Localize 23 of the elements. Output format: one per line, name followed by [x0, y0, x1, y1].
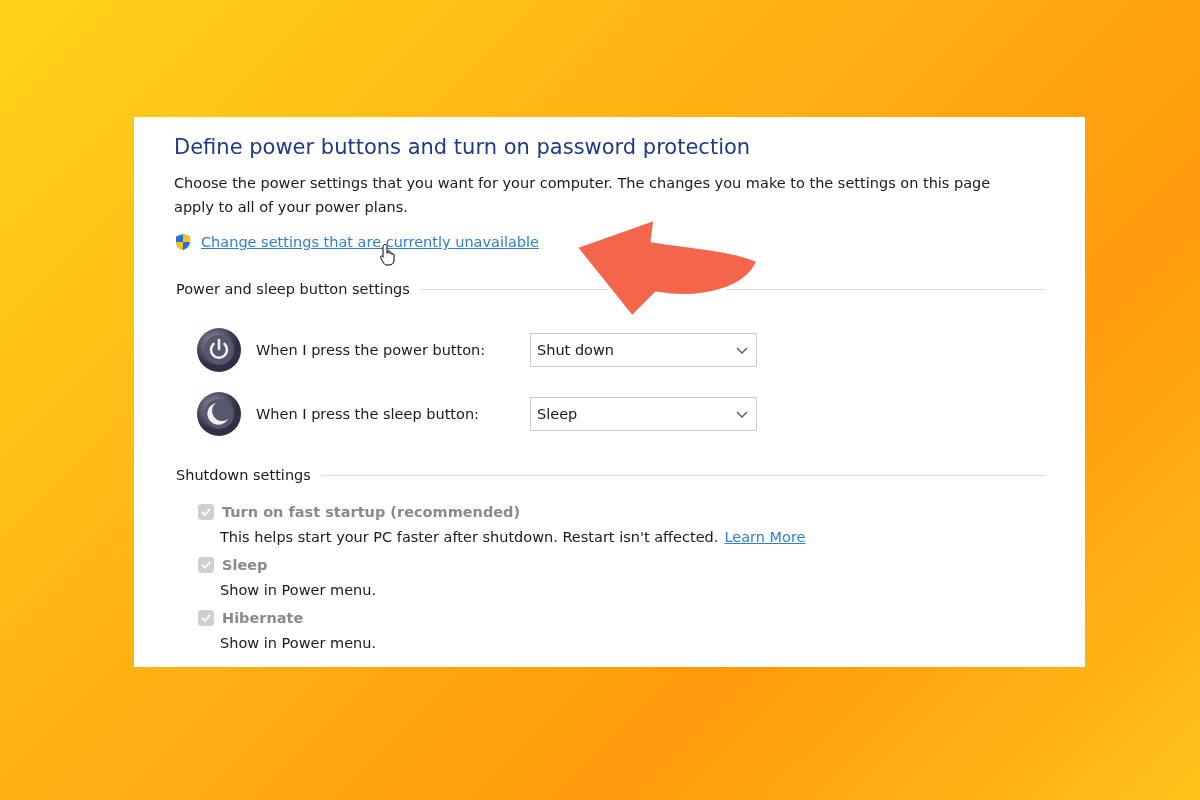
page-description: Choose the power settings that you want for your computer. The changes you make to the settings on this page apply to all of your power plans.: [174, 174, 992, 217]
chevron-icon: [736, 346, 748, 354]
section-heading: Shutdown settings: [176, 467, 311, 483]
option-description: Show in Power menu.: [220, 635, 377, 651]
field-label: When I press the power button:: [256, 342, 487, 358]
field-label: When I press the sleep button:: [256, 406, 480, 422]
checkmark-icon: [200, 506, 212, 518]
checkmark-icon: [200, 559, 212, 571]
dropdown[interactable]: Shut down: [530, 333, 757, 367]
checkbox-label: Sleep: [222, 557, 268, 573]
checkmark-icon: [200, 612, 212, 624]
checkbox-label: Turn on fast startup (recommended): [222, 504, 521, 520]
power-icon: [196, 327, 242, 373]
chevron-icon: [736, 410, 748, 418]
dropdown[interactable]: Sleep: [530, 397, 757, 431]
moon-icon: [196, 391, 242, 437]
option-description: Show in Power menu.: [220, 582, 377, 598]
shield-icon: [174, 233, 192, 251]
checkbox-label: Hibernate: [222, 610, 304, 626]
option-description: This helps start your PC faster after shutdown. Restart isn't affected.: [220, 529, 719, 545]
page-heading: Define power buttons and turn on password protection: [174, 135, 752, 159]
admin-settings-link[interactable]: Change settings that are currently unavailable: [201, 234, 540, 250]
section-heading: Power and sleep button settings: [176, 281, 410, 297]
